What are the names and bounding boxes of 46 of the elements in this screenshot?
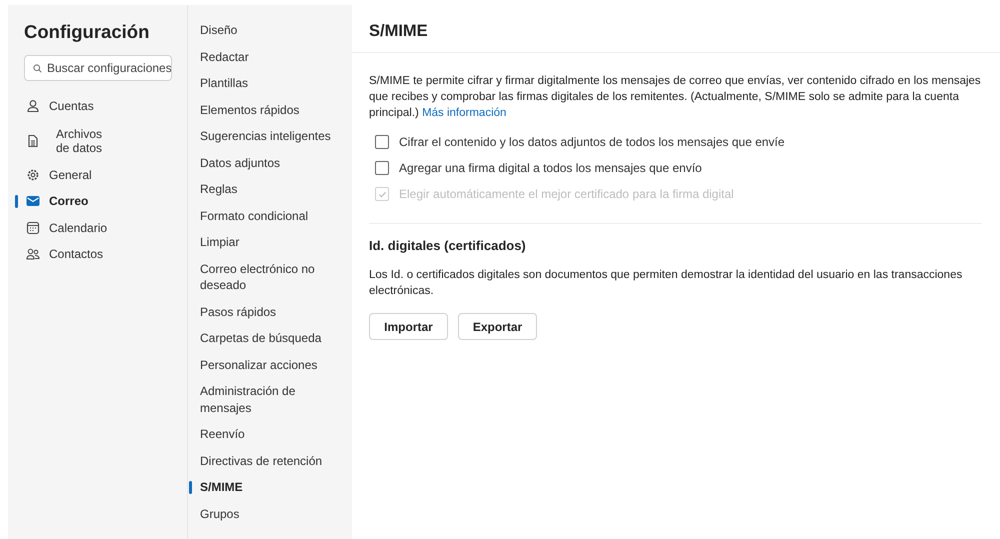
document-icon [26,134,40,148]
calendar-icon [26,220,40,235]
settings-nav-item[interactable]: Correo [15,188,165,214]
submenu-item[interactable]: Limpiar [189,234,340,250]
submenu-item[interactable]: Formato condicional [189,208,340,224]
submenu-item[interactable]: Sugerencias inteligentes [189,128,340,144]
checkbox-label: Elegir automáticamente el mejor certificado para la firma digital [399,187,734,201]
checkmark-icon [378,190,386,198]
description-text: S/MIME te permite cifrar y firmar digitalmente los mensajes de correo que envías, ver contenido cifrado en los mensajes que recibes y comprobar las firmas digitales de los remitentes. (Actualmente, S/MIME solo se admite para la cuenta principal.) Más información [369,74,982,121]
submenu-item[interactable]: Redactar [189,48,340,65]
action-button[interactable]: Importar [369,313,448,340]
section-title: Id. digitales (certificados) [369,238,527,253]
more-info-link[interactable]: Más información [422,107,506,119]
submenu-item[interactable]: S/MIME [189,479,340,496]
settings-nav-item[interactable]: Contactos [15,241,165,268]
gear-icon [26,168,40,182]
submenu-item[interactable]: Pasos rápidos [189,304,340,320]
submenu-item[interactable]: Grupos [189,506,340,522]
submenu-item[interactable]: Diseño [189,22,340,38]
submenu-item[interactable]: Directivas de retención [189,452,340,469]
submenu-item[interactable]: Personalizar acciones [189,356,340,373]
page-title: S/MIME [369,22,428,40]
submenu-item[interactable]: Administración de mensajes [189,383,340,416]
people-icon [26,247,40,262]
submenu-item[interactable]: Reglas [189,181,340,198]
submenu-item[interactable]: Carpetas de búsqueda [189,330,340,346]
checkbox-label: Cifrar el contenido y los datos adjuntos de todos los mensajes que envíe [399,135,785,149]
person-icon [26,99,40,114]
checkbox[interactable] [375,135,389,149]
settings-nav-item[interactable]: Cuentas [15,93,165,120]
submenu-item[interactable]: Plantillas [189,75,340,92]
search-field[interactable]: Buscar configuraciones [24,55,172,81]
search-icon [33,62,42,74]
submenu-item[interactable]: Elementos rápidos [189,102,340,118]
checkbox-label: Agregar una firma digital a todos los mensajes que envío [399,161,702,175]
action-button[interactable]: Exportar [458,313,537,340]
submenu-item[interactable]: Correo electrónico no deseado [189,260,340,294]
submenu-item[interactable]: Datos adjuntos [189,154,340,171]
settings-nav-item[interactable]: General [15,162,165,188]
settings-title: Configuración [24,21,150,43]
section-text: Los Id. o certificados digitales son documentos que permiten demostrar la identidad del usuario en las transacciones electrónicas. [369,268,964,299]
settings-nav-item[interactable]: Archivos de datos [15,120,165,162]
submenu-item[interactable]: Reenvío [189,426,340,442]
mail-icon [26,194,40,208]
settings-nav-item[interactable]: Calendario [15,214,165,241]
checkbox[interactable] [375,161,389,175]
